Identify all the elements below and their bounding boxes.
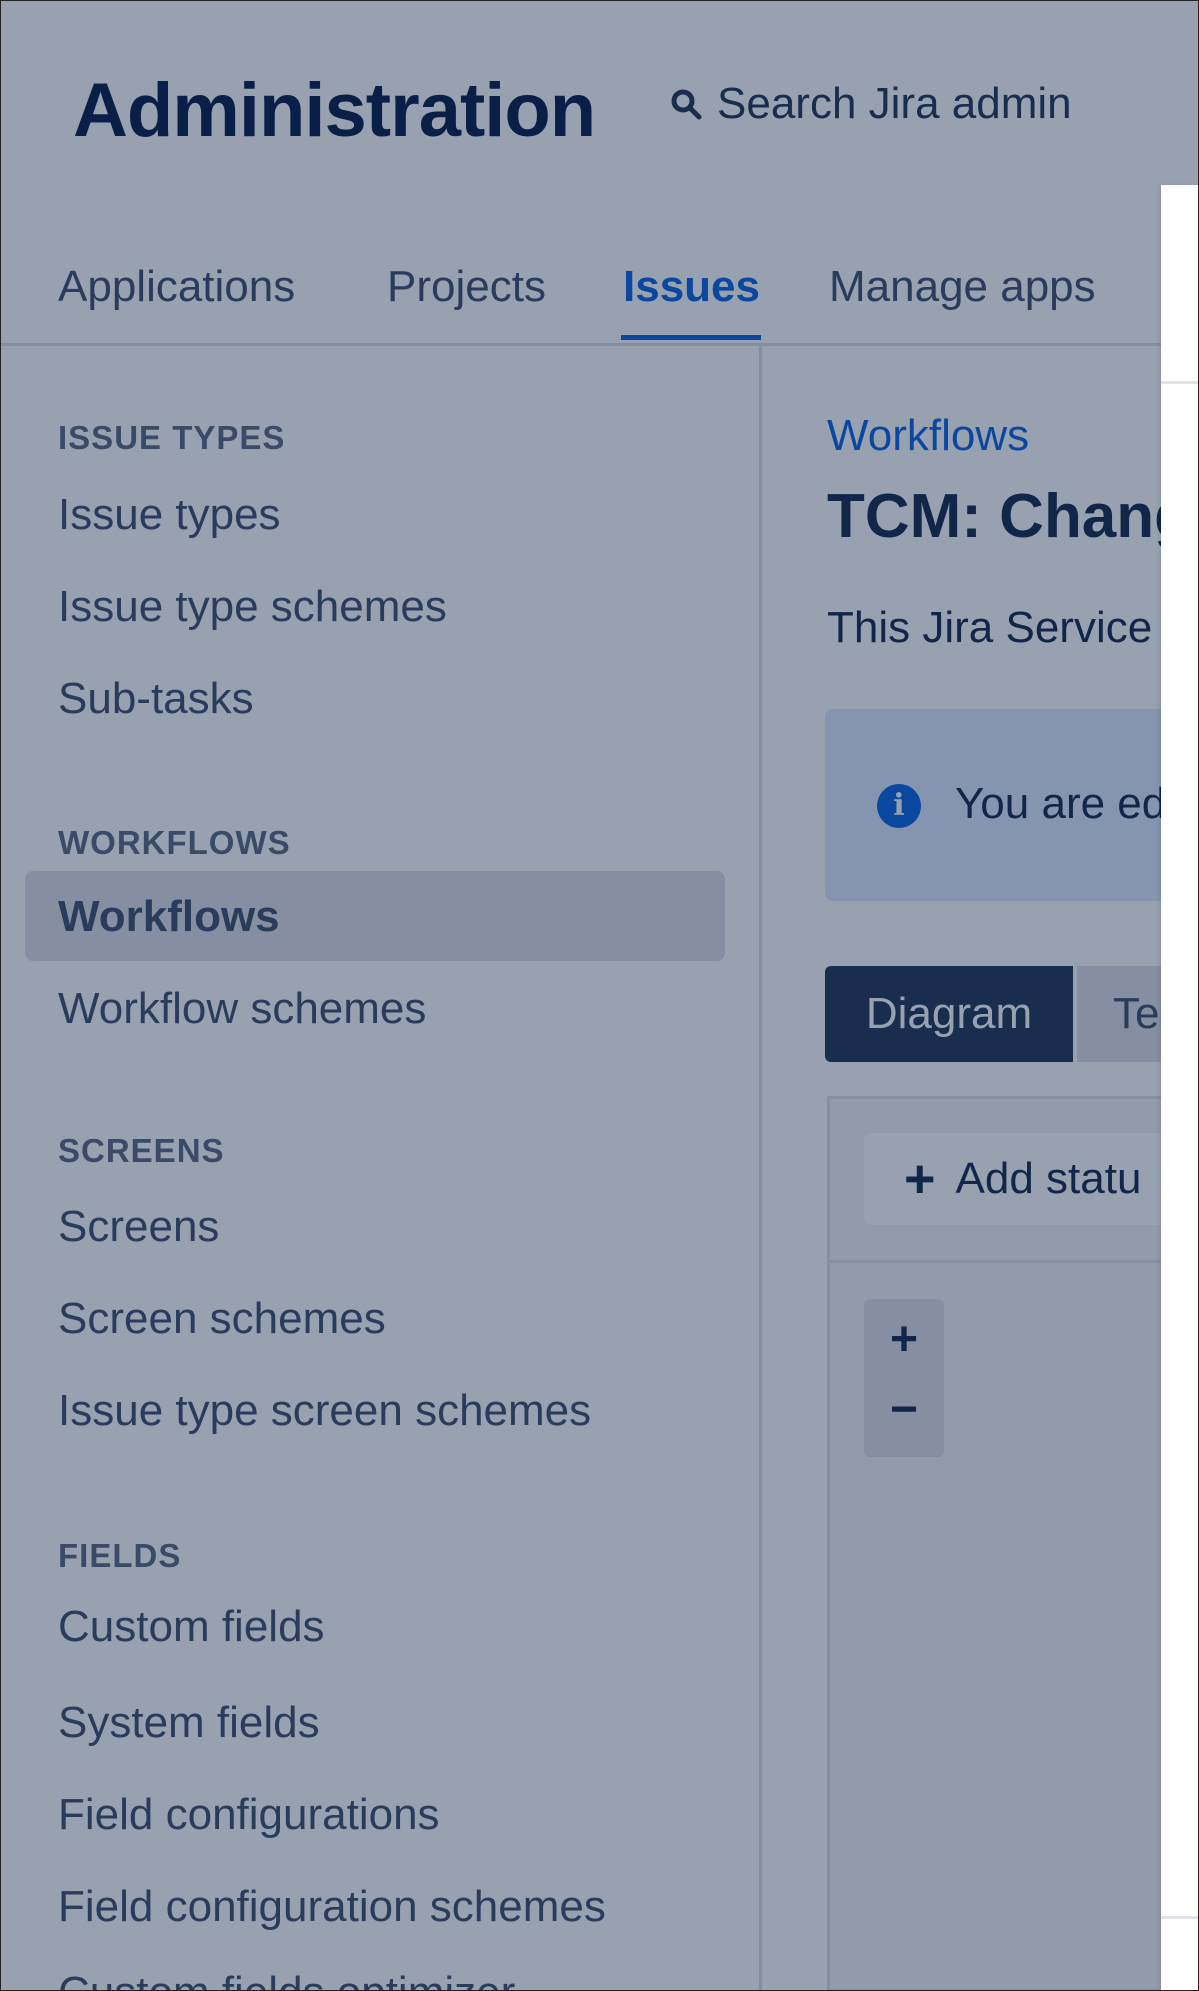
top-nav-tabs: Applications Projects Issues Manage apps (1, 239, 1198, 346)
zoom-out-button[interactable]: − (864, 1377, 944, 1443)
active-tab-indicator (621, 335, 761, 340)
sidebar-item-screens[interactable]: Screens (58, 1199, 219, 1255)
diagram-toolbar: + Add statu (830, 1099, 1198, 1263)
sidebar-item-workflow-schemes[interactable]: Workflow schemes (58, 981, 426, 1037)
tab-applications[interactable]: Applications (58, 257, 295, 317)
section-heading-issue-types: ISSUE TYPES (58, 419, 286, 456)
add-status-label: Add statu (955, 1154, 1142, 1203)
admin-page: Administration Search Jira admin Applica… (1, 1, 1198, 1990)
info-banner-text: You are ed (955, 779, 1167, 828)
page-title: Administration (73, 68, 596, 153)
search-label: Search Jira admin (717, 79, 1072, 128)
breadcrumb-workflows[interactable]: Workflows (827, 411, 1029, 461)
sidebar-item-system-fields[interactable]: System fields (58, 1695, 320, 1751)
sidebar-item-field-configuration-schemes[interactable]: Field configuration schemes (58, 1879, 606, 1935)
workflow-title: TCM: Chang (827, 482, 1193, 551)
tab-issues[interactable]: Issues (623, 257, 760, 317)
section-heading-fields: FIELDS (58, 1537, 182, 1574)
sidebar-item-workflows[interactable]: Workflows (58, 889, 280, 945)
admin-search[interactable]: Search Jira admin (669, 79, 1072, 129)
tab-diagram[interactable]: Diagram (825, 966, 1073, 1062)
sidebar-item-issue-type-screen-schemes[interactable]: Issue type screen schemes (58, 1383, 591, 1439)
section-heading-workflows: WORKFLOWS (58, 824, 291, 861)
sidebar-item-custom-fields[interactable]: Custom fields (58, 1599, 325, 1655)
section-heading-screens: SCREENS (58, 1132, 225, 1169)
zoom-controls: + − (864, 1299, 944, 1457)
zoom-in-button[interactable]: + (864, 1307, 944, 1373)
app-frame: Administration Search Jira admin Applica… (0, 0, 1199, 1991)
modal-footer-divider (1161, 1916, 1198, 1919)
info-icon: i (877, 784, 921, 828)
modal-header-divider (1161, 381, 1198, 384)
search-icon (671, 89, 702, 120)
sidebar-item-screen-schemes[interactable]: Screen schemes (58, 1291, 386, 1347)
sidebar-item-sub-tasks[interactable]: Sub-tasks (58, 671, 254, 727)
sidebar-item-issue-types[interactable]: Issue types (58, 487, 281, 543)
add-status-button[interactable]: + Add statu (864, 1133, 1198, 1225)
info-banner: i You are ed (825, 709, 1198, 901)
workflow-description: This Jira Service (827, 603, 1153, 652)
plus-icon: + (904, 1149, 936, 1209)
tab-manage-apps[interactable]: Manage apps (829, 257, 1096, 317)
modal-dialog-edge (1161, 185, 1198, 1990)
sidebar-item-field-configurations[interactable]: Field configurations (58, 1787, 440, 1843)
sidebar-item-custom-fields-optimizer[interactable]: Custom fields optimizer (58, 1965, 515, 1990)
tab-projects[interactable]: Projects (387, 257, 546, 317)
sidebar-item-issue-type-schemes[interactable]: Issue type schemes (58, 579, 447, 635)
workflow-diagram-canvas[interactable]: + Add statu + − (827, 1096, 1198, 1990)
